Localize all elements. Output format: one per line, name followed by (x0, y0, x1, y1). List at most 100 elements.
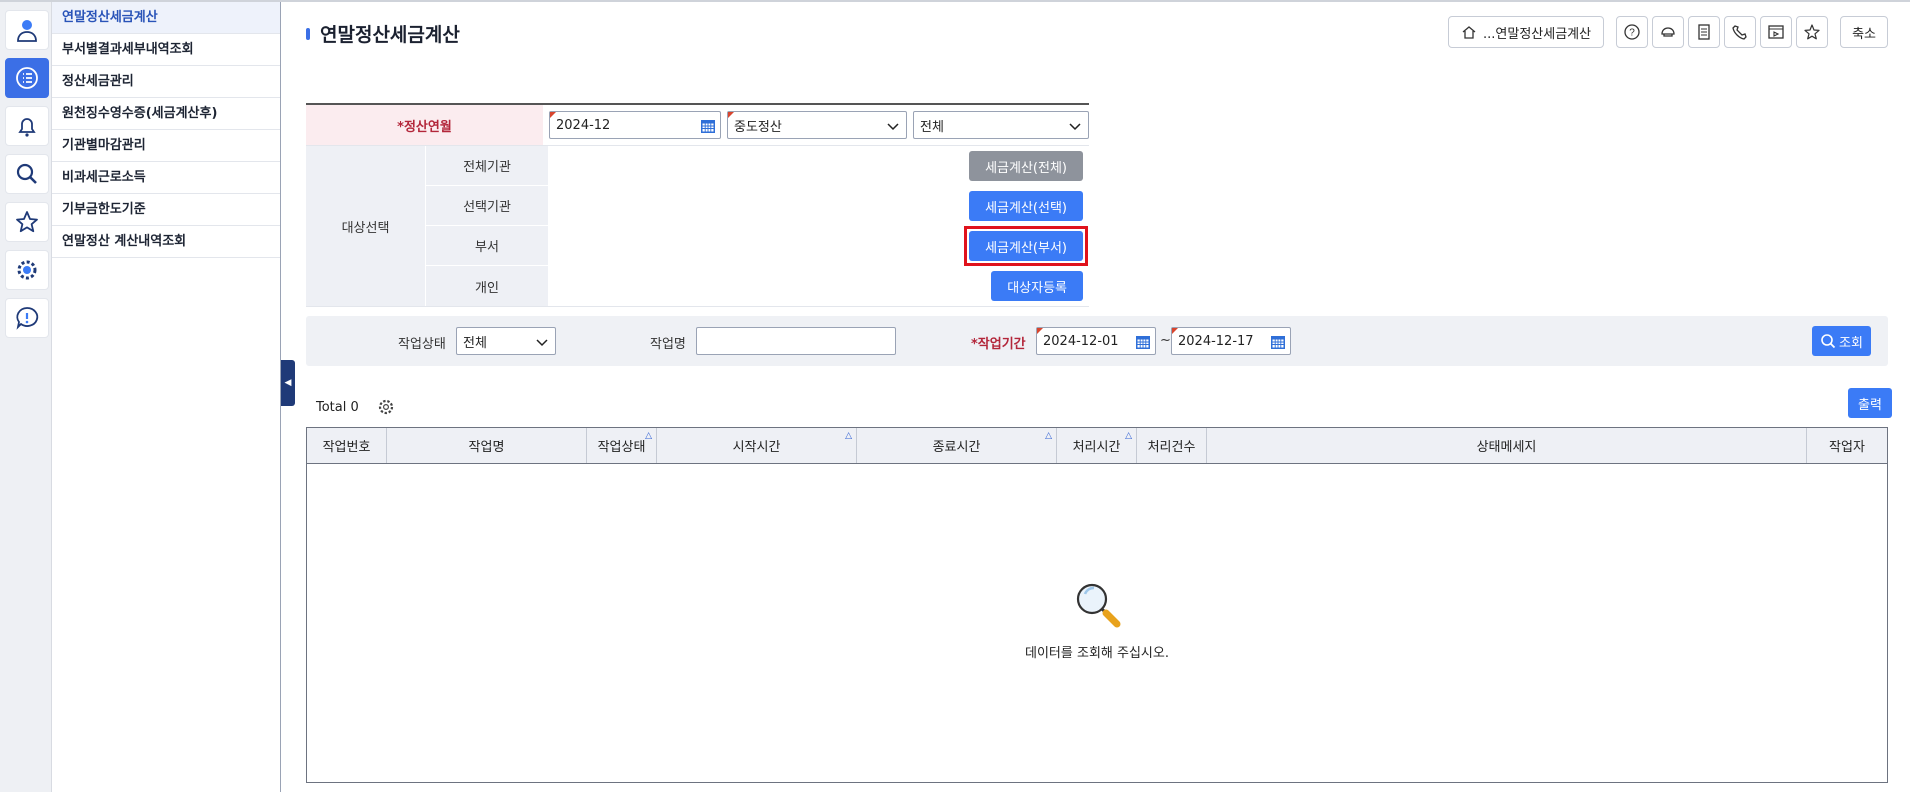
target-row-label: 부서 (426, 226, 548, 266)
document-icon[interactable] (1688, 16, 1721, 48)
grid-settings-gear-icon[interactable] (377, 398, 395, 416)
target-row-action: 세금계산(부서) (548, 226, 1089, 266)
column-label: 작업자 (1829, 440, 1865, 455)
result-summary: Total 0 (316, 398, 395, 416)
target-row-action: 대상자등록 (548, 266, 1089, 306)
calendar-icon[interactable] (1270, 334, 1286, 350)
settlement-period-row: *정산연월 2024-12 중도정산 전체 (306, 105, 1089, 146)
target-rows: 전체기관 세금계산(전체) 선택기관 세금계산(선택) 부서 세금계산(부서) (426, 146, 1089, 306)
target-row-label: 전체기관 (426, 146, 548, 186)
settlement-period-label: *정산연월 (306, 105, 543, 145)
settlement-type-value: 중도정산 (734, 119, 782, 135)
chevron-down-icon (536, 339, 548, 347)
settlement-scope-value: 전체 (920, 119, 944, 135)
target-row-action: 세금계산(전체) (548, 146, 1089, 186)
column-header-job-no[interactable]: 작업번호 (307, 428, 387, 463)
menu-item-nontaxable-income[interactable]: 비과세근로소득 (52, 162, 280, 194)
column-header-status-message[interactable]: 상태메세지 (1207, 428, 1807, 463)
menu-item-donation-limit[interactable]: 기부금한도기준 (52, 194, 280, 226)
search-button[interactable]: 조회 (1812, 326, 1871, 356)
phone-icon[interactable] (1724, 16, 1757, 48)
job-period-label: *작업기간 (971, 337, 1026, 352)
column-header-count[interactable]: 처리건수 (1137, 428, 1207, 463)
column-label: 시작시간 (732, 440, 781, 455)
settlement-scope-select[interactable]: 전체 (913, 111, 1089, 139)
star-icon[interactable] (5, 202, 49, 242)
home-icon (1462, 26, 1476, 39)
print-button[interactable]: 출력 (1848, 388, 1892, 418)
column-header-end-time[interactable]: 종료시간 △ (857, 428, 1057, 463)
gear-icon[interactable] (5, 250, 49, 290)
column-label: 종료시간 (932, 440, 981, 455)
sort-icon[interactable]: △ (1045, 431, 1052, 441)
job-name-input[interactable] (696, 327, 896, 355)
column-label: 작업번호 (322, 440, 371, 455)
settlement-month-value: 2024-12 (556, 117, 611, 133)
menu-item-withholding-receipt[interactable]: 원천징수영수증(세금계산후) (52, 98, 280, 130)
title-accent-bar (306, 27, 310, 40)
column-header-start-time[interactable]: 시작시간 △ (657, 428, 857, 463)
job-status-label: 작업상태 (398, 337, 446, 352)
calendar-icon[interactable] (700, 118, 716, 134)
job-grid: 작업번호 작업명 작업상태 △ 시작시간 △ 종료시간 △ 처리시간 △ 처리건수 상태… (306, 427, 1888, 783)
column-header-operator[interactable]: 작업자 (1807, 428, 1887, 463)
calendar-icon[interactable] (1135, 334, 1151, 350)
sort-icon[interactable]: △ (645, 431, 652, 441)
search-icon[interactable] (5, 154, 49, 194)
search-button-label: 조회 (1839, 335, 1863, 351)
settlement-type-select[interactable]: 중도정산 (727, 111, 907, 139)
menu-item-settlement-tax-mgmt[interactable]: 정산세금관리 (52, 66, 280, 98)
required-marker (1172, 328, 1178, 334)
menu-item-org-closing[interactable]: 기관별마감관리 (52, 130, 280, 162)
chevron-down-icon (887, 123, 899, 131)
calc-tax-all-button[interactable]: 세금계산(전체) (969, 151, 1083, 181)
alert-icon[interactable] (5, 298, 49, 338)
empty-state: 데이터를 조회해 주십시오. (307, 578, 1887, 661)
date-from-value: 2024-12-01 (1043, 333, 1119, 349)
calc-tax-department-button[interactable]: 세금계산(부서) (969, 231, 1083, 261)
collapse-menu-button[interactable]: ◀ (281, 360, 295, 406)
date-from-input[interactable]: 2024-12-01 (1036, 327, 1156, 355)
user-icon[interactable] (5, 10, 49, 50)
video-icon[interactable] (1760, 16, 1793, 48)
register-target-button[interactable]: 대상자등록 (991, 271, 1083, 301)
sub-menu-panel: 연말정산세금계산 부서별결과세부내역조회 정산세금관리 원천징수영수증(세금계산… (52, 2, 281, 792)
column-label: 작업상태 (597, 440, 646, 455)
column-header-job-name[interactable]: 작업명 (387, 428, 587, 463)
page-title-text: 연말정산세금계산 (320, 24, 460, 46)
grid-header: 작업번호 작업명 작업상태 △ 시작시간 △ 종료시간 △ 처리시간 △ 처리건수 상태… (307, 428, 1887, 464)
help-icon[interactable]: ? (1616, 16, 1649, 48)
required-marker (550, 112, 556, 118)
target-row-selected-orgs: 선택기관 세금계산(선택) (426, 186, 1089, 226)
date-separator: ~ (1160, 333, 1171, 348)
search-bar: 작업상태 전체 작업명 *작업기간 2024-12-01 ~ 2024-12-1… (306, 316, 1888, 366)
breadcrumb-button[interactable]: ...연말정산세금계산 (1448, 16, 1605, 48)
target-selection-block: 대상선택 전체기관 세금계산(전체) 선택기관 세금계산(선택) 부서 세금계산… (306, 146, 1089, 307)
bell-icon[interactable] (5, 106, 49, 146)
sort-icon[interactable]: △ (845, 431, 852, 441)
job-status-select[interactable]: 전체 (456, 327, 556, 355)
list-icon[interactable] (5, 58, 49, 98)
empty-message: 데이터를 조회해 주십시오. (1025, 646, 1169, 661)
breadcrumb-text: ...연말정산세금계산 (1483, 26, 1592, 42)
job-status-value: 전체 (463, 335, 487, 351)
shrink-button[interactable]: 축소 (1840, 16, 1888, 48)
svg-text:?: ? (1629, 28, 1635, 39)
top-border (0, 0, 1910, 2)
date-to-input[interactable]: 2024-12-17 (1171, 327, 1291, 355)
calc-tax-selected-button[interactable]: 세금계산(선택) (969, 191, 1083, 221)
menu-item-dept-result-detail[interactable]: 부서별결과세부내역조회 (52, 34, 280, 66)
target-row-individual: 개인 대상자등록 (426, 266, 1089, 306)
favorite-star-icon[interactable] (1796, 16, 1829, 48)
menu-item-year-end-tax-calc[interactable]: 연말정산세금계산 (52, 2, 280, 34)
menu-item-calc-history[interactable]: 연말정산 계산내역조회 (52, 226, 280, 258)
chevron-down-icon (1069, 123, 1081, 131)
settlement-period-fields: 2024-12 중도정산 전체 (543, 105, 1089, 145)
required-marker (1037, 328, 1043, 334)
sort-icon[interactable]: △ (1125, 431, 1132, 441)
settlement-month-input[interactable]: 2024-12 (549, 111, 721, 139)
column-header-elapsed[interactable]: 처리시간 △ (1057, 428, 1137, 463)
settlement-form: *정산연월 2024-12 중도정산 전체 대상선택 전체기관 세금계산(전체)… (306, 103, 1089, 307)
chat-icon[interactable] (1652, 16, 1685, 48)
column-header-job-status[interactable]: 작업상태 △ (587, 428, 657, 463)
